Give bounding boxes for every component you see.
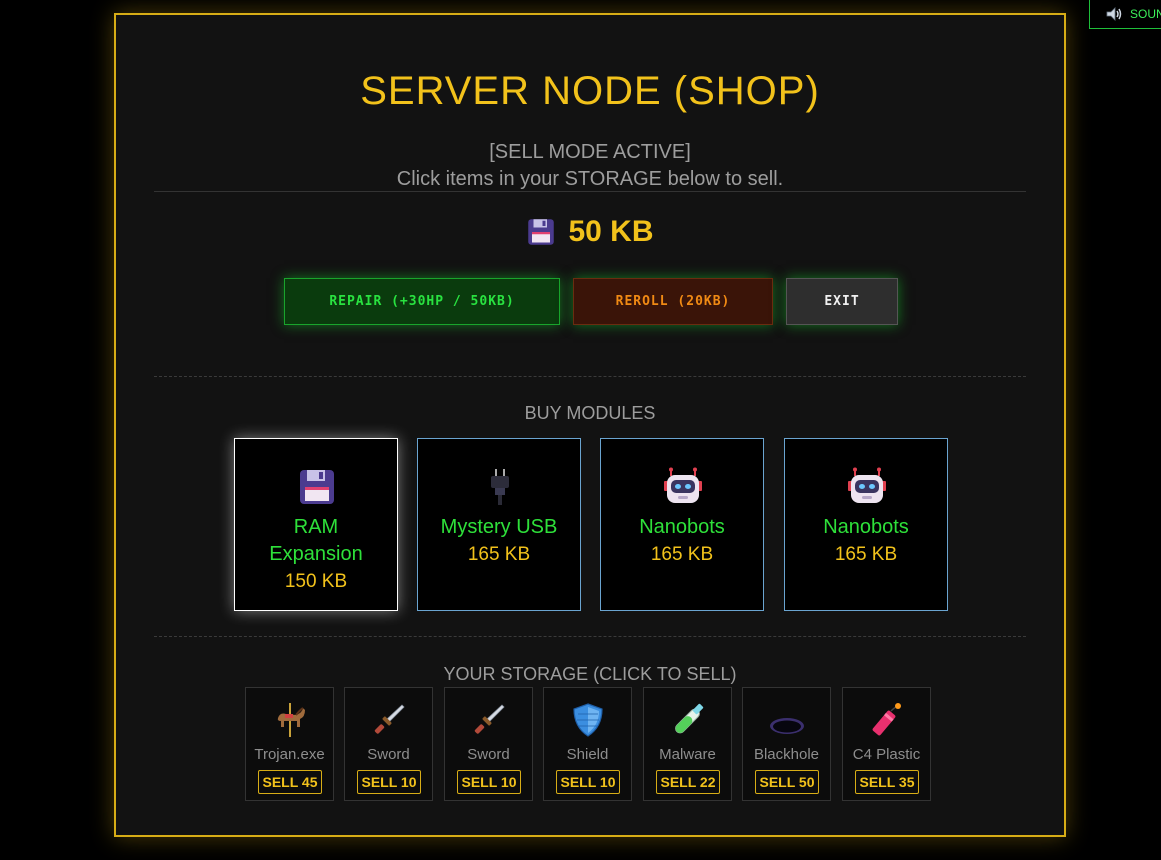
module-card-nanobots[interactable]: Nanobots 165 KB xyxy=(600,438,764,611)
divider xyxy=(154,376,1026,377)
dagger-icon xyxy=(374,704,405,734)
sell-button[interactable]: SELL 10 xyxy=(457,770,521,794)
storage-item-shield[interactable]: Shield SELL 10 xyxy=(543,687,632,801)
sell-hint: Click items in your STORAGE below to sel… xyxy=(396,168,784,190)
reroll-button[interactable]: REROLL (20KB) xyxy=(573,278,773,325)
sell-button[interactable]: SELL 35 xyxy=(855,770,919,794)
usb-plug-icon xyxy=(491,469,509,505)
exit-button[interactable]: EXIT xyxy=(786,278,898,325)
module-price: 165 KB xyxy=(650,544,714,565)
storage-item-name: Sword xyxy=(367,746,410,763)
speaker-icon xyxy=(1106,7,1122,21)
carousel-horse-icon xyxy=(277,703,305,737)
module-name: Nanobots 165 KB xyxy=(605,514,759,568)
shop-panel: SERVER NODE (SHOP) [SELL MODE ACTIVE] Cl… xyxy=(114,13,1066,837)
test-tube-icon xyxy=(675,703,704,734)
storage-item-name: Shield xyxy=(566,746,609,763)
storage-item-name: Malware xyxy=(659,746,716,763)
repair-button[interactable]: REPAIR (+30HP / 50KB) xyxy=(284,278,560,325)
sound-label: SOUN xyxy=(1130,7,1161,21)
hole-icon xyxy=(770,718,804,734)
divider xyxy=(154,191,1026,192)
sell-button[interactable]: SELL 22 xyxy=(656,770,720,794)
firecracker-icon xyxy=(872,703,901,736)
sell-button[interactable]: SELL 10 xyxy=(357,770,421,794)
sell-button[interactable]: SELL 10 xyxy=(556,770,620,794)
robot-icon xyxy=(664,467,702,503)
storage-item-name: C4 Plastic xyxy=(852,746,921,763)
module-name: Nanobots 165 KB xyxy=(789,514,943,568)
module-card-ram-expansion[interactable]: RAM Expansion 150 KB xyxy=(234,438,398,611)
storage-item-c4-plastic[interactable]: C4 Plastic SELL 35 xyxy=(842,687,931,801)
module-price: 165 KB xyxy=(467,544,531,565)
robot-icon xyxy=(848,467,886,503)
sell-button[interactable]: SELL 50 xyxy=(755,770,819,794)
shield-icon xyxy=(573,703,603,737)
storage-item-sword[interactable]: Sword SELL 10 xyxy=(444,687,533,801)
module-card-nanobots[interactable]: Nanobots 165 KB xyxy=(784,438,948,611)
buy-modules-heading: BUY MODULES xyxy=(524,403,656,423)
floppy-disk-icon xyxy=(300,470,334,504)
currency-display: 50 KB xyxy=(116,215,1064,249)
storage-item-malware[interactable]: Malware SELL 22 xyxy=(643,687,732,801)
currency-amount: 50 KB xyxy=(568,215,654,248)
dagger-icon xyxy=(474,704,505,734)
module-name: Mystery USB 165 KB xyxy=(422,514,576,568)
module-price: 150 KB xyxy=(284,571,348,592)
module-name: RAM Expansion 150 KB xyxy=(239,514,393,595)
storage-item-name: Trojan.exe xyxy=(254,746,325,763)
sell-mode-status: [SELL MODE ACTIVE] xyxy=(489,141,691,163)
storage-item-blackhole[interactable]: Blackhole SELL 50 xyxy=(742,687,831,801)
module-card-mystery-usb[interactable]: Mystery USB 165 KB xyxy=(417,438,581,611)
module-price: 165 KB xyxy=(834,544,898,565)
storage-item-name: Blackhole xyxy=(753,746,820,763)
sell-button[interactable]: SELL 45 xyxy=(258,770,322,794)
storage-item-sword[interactable]: Sword SELL 10 xyxy=(344,687,433,801)
storage-heading: YOUR STORAGE (CLICK TO SELL) xyxy=(443,664,737,684)
shop-title: SERVER NODE (SHOP) xyxy=(360,69,820,113)
floppy-disk-icon xyxy=(528,219,555,245)
sound-toggle-button[interactable]: SOUN xyxy=(1089,0,1161,29)
storage-item-name: Sword xyxy=(467,746,510,763)
storage-item-trojan[interactable]: Trojan.exe SELL 45 xyxy=(245,687,334,801)
divider xyxy=(154,636,1026,637)
